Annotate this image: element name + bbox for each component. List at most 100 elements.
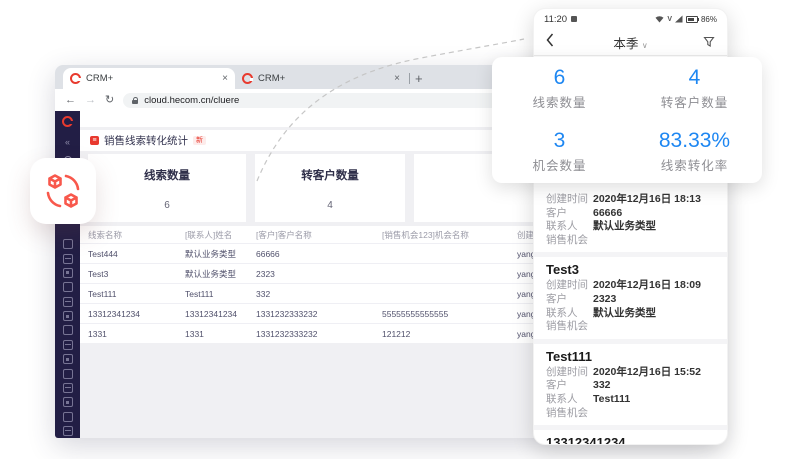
table-column-header: [客户]客户名称 — [256, 229, 382, 241]
battery-percent: 86% — [701, 15, 717, 24]
new-badge: 新 — [193, 136, 206, 145]
crm-favicon — [242, 73, 253, 84]
tab-label: CRM+ — [258, 73, 389, 84]
table-cell: Test111 — [185, 289, 256, 299]
phone-stat: 83.33% 线索转化率 — [627, 120, 762, 183]
sidebar-menu-icon[interactable] — [63, 282, 73, 292]
phone-stat: 3机会数量 — [492, 120, 627, 183]
chevron-down-icon: ∨ — [642, 41, 648, 50]
phone-item-field: 销售机会 — [546, 234, 715, 248]
field-label: 客户 — [546, 207, 593, 221]
field-label: 销售机会 — [546, 320, 593, 334]
phone-item-field: 销售机会 — [546, 407, 715, 421]
phone-stat: 6 线索数量 — [492, 57, 627, 120]
table-column-header: [销售机会123]机会名称 — [382, 229, 517, 241]
collapse-sidebar-icon[interactable]: « — [65, 137, 70, 147]
browser-tab-2[interactable]: CRM+ × — [235, 68, 407, 89]
field-label: 联系人 — [546, 307, 593, 321]
table-cell: 121212 — [382, 329, 517, 339]
back-icon[interactable]: ← — [65, 95, 76, 106]
reload-icon[interactable]: ↻ — [105, 95, 114, 106]
field-label: 创建时间 — [546, 279, 593, 293]
stat-card: 线索数量6 — [88, 154, 246, 222]
sidebar-menu — [55, 237, 80, 438]
stat-card: 转客户数量4 — [255, 154, 405, 222]
field-label: 客户 — [546, 293, 593, 307]
period-selector[interactable]: 本季 ∨ — [586, 33, 675, 52]
table-cell: 1331232333232 — [256, 309, 382, 319]
field-value: 默认业务类型 — [593, 220, 656, 232]
sidebar-menu-icon[interactable] — [63, 354, 73, 364]
phone-stat-label: 机会数量 — [532, 155, 586, 174]
phone-item-field: 客户332 — [546, 379, 715, 393]
phone-stat-value: 4 — [689, 66, 701, 90]
phone-stat-label: 转客户数量 — [661, 92, 729, 111]
phone-item-field: 联系人默认业务类型 — [546, 220, 715, 234]
field-label: 联系人 — [546, 220, 593, 234]
phone-item-field: 客户2323 — [546, 293, 715, 307]
field-value: Test111 — [593, 393, 630, 405]
phone-stat: 4 转客户数量 — [627, 57, 762, 120]
phone-nav-bar: 本季 ∨ — [534, 29, 727, 56]
hecom-logo-icon — [62, 116, 73, 127]
sidebar-menu-icon[interactable] — [63, 426, 73, 436]
phone-stat-value: 83.33% — [659, 129, 730, 153]
field-label: 销售机会 — [546, 234, 593, 248]
field-value: 默认业务类型 — [593, 307, 656, 319]
lock-icon — [132, 100, 138, 104]
sidebar-menu-icon[interactable] — [63, 239, 73, 249]
wifi-icon — [655, 15, 664, 23]
sidebar-menu-icon[interactable] — [63, 383, 73, 393]
table-cell: 2323 — [256, 269, 382, 279]
phone-stat-label: 线索转化率 — [661, 155, 729, 174]
phone-item-field: 创建时间2020年12月16日 15:52 — [546, 366, 715, 380]
filter-icon[interactable] — [703, 36, 715, 48]
phone-list-item[interactable]: 13312341234创建时间2020年12月16日 15:35 — [534, 430, 727, 444]
sync-cubes-icon — [42, 170, 84, 212]
page-title[interactable]: 销售线索转化统计 — [104, 133, 188, 148]
sidebar-menu-icon[interactable] — [63, 268, 73, 278]
close-tab-icon[interactable]: × — [394, 74, 400, 84]
phone-item-field: 联系人Test111 — [546, 393, 715, 407]
sidebar-menu-icon[interactable] — [63, 325, 73, 335]
field-value: 2020年12月16日 15:52 — [593, 366, 701, 378]
tab-label: CRM+ — [86, 73, 217, 84]
new-tab-button[interactable]: + — [415, 71, 423, 86]
crm-favicon — [70, 73, 81, 84]
phone-list-item[interactable]: Test111创建时间2020年12月16日 15:52客户332联系人Test… — [534, 344, 727, 425]
url-text: cloud.hecom.cn/cluere — [144, 95, 239, 106]
tab-divider — [409, 73, 410, 84]
close-tab-icon[interactable]: × — [222, 74, 228, 84]
chevron-left-icon[interactable] — [546, 33, 554, 47]
table-cell: 1331 — [185, 329, 256, 339]
table-cell: 13312341234 — [185, 309, 256, 319]
table-cell: 66666 — [256, 249, 382, 259]
sidebar-menu-icon[interactable] — [63, 311, 73, 321]
phone-item-field: 创建时间2020年12月16日 18:13 — [546, 193, 715, 207]
table-cell: 332 — [256, 289, 382, 299]
sidebar-menu-icon[interactable] — [63, 254, 73, 264]
browser-tab-1[interactable]: CRM+ × — [63, 68, 235, 89]
phone-stat-label: 线索数量 — [532, 92, 586, 111]
phone-item-field: 联系人默认业务类型 — [546, 307, 715, 321]
field-label: 创建时间 — [546, 366, 593, 380]
table-column-header: 线索名称 — [88, 229, 185, 241]
stat-card-label: 线索数量 — [144, 167, 190, 183]
sidebar-menu-icon[interactable] — [63, 297, 73, 307]
phone-stat-value: 6 — [554, 66, 566, 90]
forward-icon[interactable]: → — [85, 95, 96, 106]
table-cell: 默认业务类型 — [185, 248, 256, 260]
field-value: 66666 — [593, 207, 622, 219]
table-cell: 默认业务类型 — [185, 268, 256, 280]
sidebar-menu-icon[interactable] — [63, 412, 73, 422]
table-cell: Test111 — [88, 289, 185, 299]
field-label: 客户 — [546, 379, 593, 393]
phone-list-item[interactable]: 创建时间2020年12月16日 18:13客户66666联系人默认业务类型销售机… — [534, 189, 727, 252]
phone-status-bar: 11:20 V 86% — [534, 9, 727, 29]
field-label: 销售机会 — [546, 407, 593, 421]
phone-list-item[interactable]: Test3创建时间2020年12月16日 18:09客户2323联系人默认业务类… — [534, 257, 727, 338]
sidebar-menu-icon[interactable] — [63, 369, 73, 379]
field-value: 332 — [593, 379, 611, 391]
sidebar-menu-icon[interactable] — [63, 340, 73, 350]
sidebar-menu-icon[interactable] — [63, 397, 73, 407]
